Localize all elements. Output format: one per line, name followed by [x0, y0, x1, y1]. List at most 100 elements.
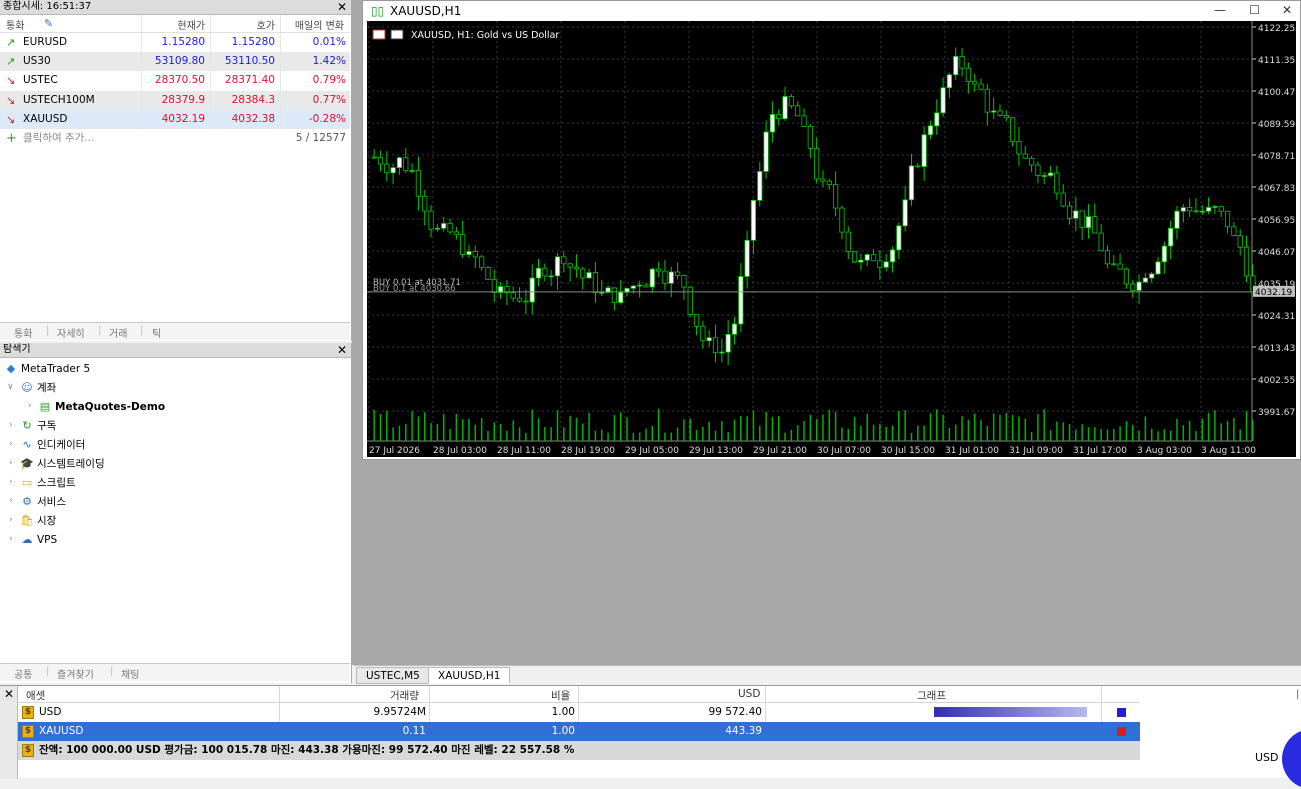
nav-item[interactable]: ↻ 구독	[20, 417, 56, 435]
nav-root[interactable]: ◆ MetaTrader 5	[4, 360, 90, 378]
candle-body	[921, 134, 927, 167]
summary-text: 잔액: 100 000.00 USD 평가금: 100 015.78 마진: 4…	[39, 744, 575, 756]
nav-account-demo[interactable]: ▤ MetaQuotes-Demo	[38, 398, 165, 416]
candle-body	[1066, 205, 1073, 219]
symbol-row[interactable]: ↗ US30 53109.80 53110.50 1.42%	[0, 52, 350, 72]
chevron-right-icon[interactable]: ›	[9, 439, 13, 449]
chevron-right-icon[interactable]: ›	[28, 401, 32, 411]
chart-tabs: USTEC,M5 XAUUSD,H1	[354, 665, 1301, 685]
chart-canvas[interactable]: 4122.25 4111.35 4100.47 4089.59 4078.71 4067.…	[367, 21, 1296, 457]
nav-item[interactable]: ⚙ 서비스	[20, 493, 66, 511]
daily-change: 0.79%	[312, 74, 346, 87]
nav-item[interactable]: ☁ VPS	[20, 531, 58, 549]
candle-body	[592, 272, 599, 294]
candle-body	[991, 110, 997, 113]
exposure-row-xauusd[interactable]: $ XAUUSD 0.11 1.00 443.39	[18, 722, 1140, 741]
header-rate[interactable]: 비율	[551, 688, 570, 703]
tab-common[interactable]: 공통	[14, 666, 32, 681]
edit-icon[interactable]: ✎	[44, 17, 53, 30]
candle-body	[662, 270, 668, 284]
candle-body	[864, 254, 870, 261]
symbol-row[interactable]: ↗ EURUSD 1.15280 1.15280 0.01%	[0, 33, 350, 52]
candle-body	[833, 184, 839, 209]
chevron-right-icon[interactable]: ›	[9, 534, 13, 544]
time-tick-label: 31 Jul 17:00	[1073, 446, 1127, 456]
candle-body	[801, 115, 807, 127]
ask-price: 53110.50	[224, 55, 275, 68]
close-icon[interactable]: ✕	[337, 343, 347, 357]
header-volume[interactable]: 거래량	[390, 688, 419, 703]
chevron-right-icon[interactable]: ›	[9, 496, 13, 506]
candle-body	[1224, 210, 1231, 228]
close-icon[interactable]: ✕	[4, 687, 14, 701]
candle-body	[554, 256, 561, 277]
price-tick-label: 4122.25	[1258, 24, 1295, 34]
price-tick-label: 4013.43	[1258, 344, 1295, 354]
candle-body	[706, 337, 712, 342]
candle-body	[384, 163, 390, 174]
header-bid[interactable]: 현재가	[177, 17, 205, 32]
tab-trading[interactable]: 거래	[109, 325, 127, 340]
header-asset[interactable]: 애셋	[26, 688, 45, 703]
candle-body	[744, 239, 750, 277]
close-icon[interactable]: ✕	[337, 0, 347, 14]
maximize-icon[interactable]: ☐	[1249, 3, 1260, 17]
pie-label: USD	[1255, 751, 1279, 764]
minimize-icon[interactable]: —	[1214, 3, 1226, 17]
candle-body	[889, 249, 896, 263]
candle-body	[757, 171, 763, 201]
candle-body	[1003, 114, 1009, 119]
candle-body	[649, 268, 655, 288]
tab-chat[interactable]: 채팅	[121, 666, 139, 681]
vps-icon: ☁	[21, 533, 33, 546]
symbol-row[interactable]: ↘ USTECH100M 28379.9 28384.3 0.77%	[0, 90, 350, 110]
header-ask[interactable]: 호가	[257, 17, 275, 32]
ask-price: 1.15280	[231, 36, 275, 48]
chevron-right-icon[interactable]: ›	[9, 515, 13, 525]
time-tick-label: 28 Jul 03:00	[433, 446, 487, 456]
tab-favorites[interactable]: 즐겨찾기	[57, 666, 94, 681]
nav-item[interactable]: 🛍 시장	[20, 512, 56, 530]
exposure-row-usd[interactable]: $ USD 9.95724M 1.00 99 572.40	[18, 703, 1140, 722]
candle-body	[1180, 207, 1186, 212]
chart-window: ▯▯ XAUUSD,H1 — ☐ ✕ 4122.25 4111.35 4100.47…	[362, 0, 1301, 460]
chevron-down-icon[interactable]: ∨	[7, 382, 14, 392]
candle-body	[1193, 210, 1199, 213]
nav-accounts[interactable]: ☺ 계좌	[20, 379, 56, 397]
ask-price: 28384.3	[231, 93, 275, 106]
header-symbol[interactable]: 통화	[6, 17, 24, 32]
add-symbol-row[interactable]: + 클릭하여 추가... 5 / 12577	[0, 129, 350, 148]
candle-body	[656, 268, 662, 272]
header-usd[interactable]: USD	[738, 688, 760, 700]
tab-details[interactable]: 자세히	[57, 325, 85, 340]
close-icon[interactable]: ✕	[1282, 3, 1292, 17]
chevron-right-icon[interactable]: ›	[9, 477, 13, 487]
table-icon	[372, 29, 386, 40]
symbol-row[interactable]: ↘ USTEC 28370.50 28371.40 0.79%	[0, 71, 350, 91]
candle-body	[915, 165, 921, 168]
candle-body	[1212, 206, 1218, 208]
chart-tab-xauusd[interactable]: XAUUSD,H1	[428, 667, 511, 684]
header-change[interactable]: 매일의 변화	[295, 17, 344, 32]
divider	[210, 15, 211, 129]
candle-body	[972, 81, 978, 85]
time-tick-label: 27 Jul 2026	[369, 446, 420, 456]
candle-body	[1231, 226, 1237, 236]
tab-symbols[interactable]: 통화	[14, 325, 32, 340]
symbol-row[interactable]: ↘ XAUUSD 4032.19 4032.38 -0.28%	[0, 109, 350, 129]
tab-ticks[interactable]: 틱	[152, 325, 161, 340]
nav-item[interactable]: 🎓 시스템트레이딩	[20, 455, 104, 473]
candle-body	[567, 263, 573, 268]
nav-item[interactable]: ∿ 인디케이터	[20, 436, 85, 454]
chevron-right-icon[interactable]: ›	[9, 458, 13, 468]
nav-item[interactable]: ▭ 스크립트	[20, 474, 76, 492]
chart-tab-ustec[interactable]: USTEC,M5	[356, 667, 430, 684]
candle-body	[1022, 153, 1028, 159]
header-graph[interactable]: 그래프	[917, 688, 946, 703]
bid-price: 1.15280	[161, 36, 205, 48]
time-tick-label: 29 Jul 05:00	[625, 446, 679, 456]
candle-body	[643, 284, 649, 288]
chevron-right-icon[interactable]: ›	[9, 420, 13, 430]
candle-body	[738, 276, 744, 325]
candle-body	[927, 125, 934, 136]
